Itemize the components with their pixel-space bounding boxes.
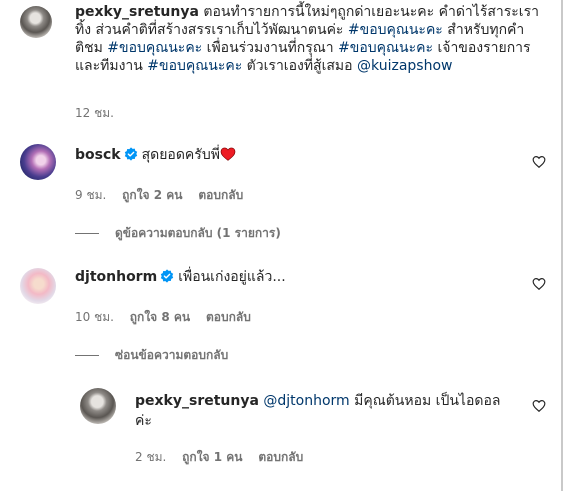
timestamp[interactable]: 10 ชม. bbox=[75, 310, 114, 324]
hide-replies-button[interactable]: ซ่อนข้อความตอบกลับ bbox=[75, 346, 228, 365]
avatar[interactable] bbox=[20, 268, 56, 304]
reply-button[interactable]: ตอบกลับ bbox=[258, 450, 303, 464]
comment-username[interactable]: djtonhorm bbox=[75, 269, 157, 285]
caption-text: และทีมงาน bbox=[75, 58, 148, 74]
caption-meta: 12 ชม. bbox=[75, 104, 114, 123]
mention-link[interactable]: @kuizapshow bbox=[357, 58, 452, 74]
caption-text: ตอนทำรายการนี้ใหม่ๆถูกด่าเยอะนะคะ คำด่าไ… bbox=[203, 4, 539, 20]
reply-text: มีคุณต้นหอม เป็นไอดอล bbox=[349, 393, 501, 409]
reply-meta: 2 ชม. ถูกใจ 1 คน ตอบกลับ bbox=[135, 448, 303, 467]
comment-username[interactable]: bosck bbox=[75, 147, 121, 163]
hide-replies-label: ซ่อนข้อความตอบกลับ bbox=[115, 348, 229, 362]
caption-text: เจ้าของรายการ bbox=[433, 40, 531, 56]
timestamp[interactable]: 9 ชม. bbox=[75, 188, 106, 202]
comment-text: เพื่อนเก่งอยู่แล้ว... bbox=[178, 269, 286, 285]
reply-username[interactable]: pexky_sretunya bbox=[135, 393, 259, 409]
hashtag-link[interactable]: #ขอบคุณนะคะ bbox=[107, 40, 202, 56]
comment-meta: 10 ชม. ถูกใจ 8 คน ตอบกลับ bbox=[75, 308, 251, 327]
caption-text: สำหรับทุกคำ bbox=[442, 22, 525, 38]
comment-body: djtonhorm เพื่อนเก่งอยู่แล้ว... bbox=[75, 268, 286, 286]
avatar[interactable] bbox=[20, 144, 56, 180]
verified-badge-icon bbox=[160, 269, 174, 283]
caption-text: ติชม bbox=[75, 40, 108, 56]
timestamp[interactable]: 2 ชม. bbox=[135, 450, 166, 464]
verified-badge-icon bbox=[124, 147, 137, 161]
caption-text: ทิ้ง ส่วนคำติที่สร้างสรรเราเก็บไว้พัฒนาต… bbox=[75, 22, 348, 38]
divider-line bbox=[75, 355, 99, 356]
divider-line bbox=[75, 233, 99, 234]
hashtag-link[interactable]: #ขอบคุณนะคะ bbox=[348, 22, 443, 38]
timestamp[interactable]: 12 ชม. bbox=[75, 106, 114, 120]
mention-link[interactable]: @djtonhorm bbox=[263, 393, 349, 409]
likes-count-link[interactable]: ถูกใจ 1 คน bbox=[182, 450, 242, 464]
hashtag-link[interactable]: #ขอบคุณนะคะ bbox=[147, 58, 242, 74]
avatar[interactable] bbox=[20, 6, 52, 38]
hashtag-link[interactable]: #ขอบคุณนะคะ bbox=[338, 40, 433, 56]
likes-count-link[interactable]: ถูกใจ 8 คน bbox=[130, 310, 190, 324]
reply-button[interactable]: ตอบกลับ bbox=[206, 310, 251, 324]
caption-block: pexky_sretunya ตอนทำรายการนี้ใหม่ๆถูกด่า… bbox=[75, 3, 553, 75]
likes-count-link[interactable]: ถูกใจ 2 คน bbox=[122, 188, 182, 202]
avatar[interactable] bbox=[80, 388, 116, 424]
like-heart-icon[interactable] bbox=[532, 399, 546, 413]
reply-button[interactable]: ตอบกลับ bbox=[198, 188, 243, 202]
red-heart-emoji-icon bbox=[220, 147, 236, 161]
caption-text: เพื่อนร่วมงานที่กรุณา bbox=[202, 40, 339, 56]
like-heart-icon[interactable] bbox=[532, 277, 546, 291]
reply-text: ค่ะ bbox=[135, 413, 152, 429]
view-replies-button[interactable]: ดูข้อความตอบกลับ (1 รายการ) bbox=[75, 224, 281, 243]
view-replies-label: ดูข้อความตอบกลับ (1 รายการ) bbox=[115, 226, 281, 240]
reply-body: pexky_sretunya @djtonhorm มีคุณต้นหอม เป… bbox=[135, 391, 520, 431]
caption-username[interactable]: pexky_sretunya bbox=[75, 4, 199, 20]
comment-text: สุดยอดครับพี่ bbox=[141, 147, 220, 163]
comment-meta: 9 ชม. ถูกใจ 2 คน ตอบกลับ bbox=[75, 186, 243, 205]
comment-body: bosck สุดยอดครับพี่ bbox=[75, 146, 236, 164]
caption-text: ตัวเราเองที่สู้เสมอ bbox=[242, 58, 358, 74]
like-heart-icon[interactable] bbox=[532, 155, 546, 169]
